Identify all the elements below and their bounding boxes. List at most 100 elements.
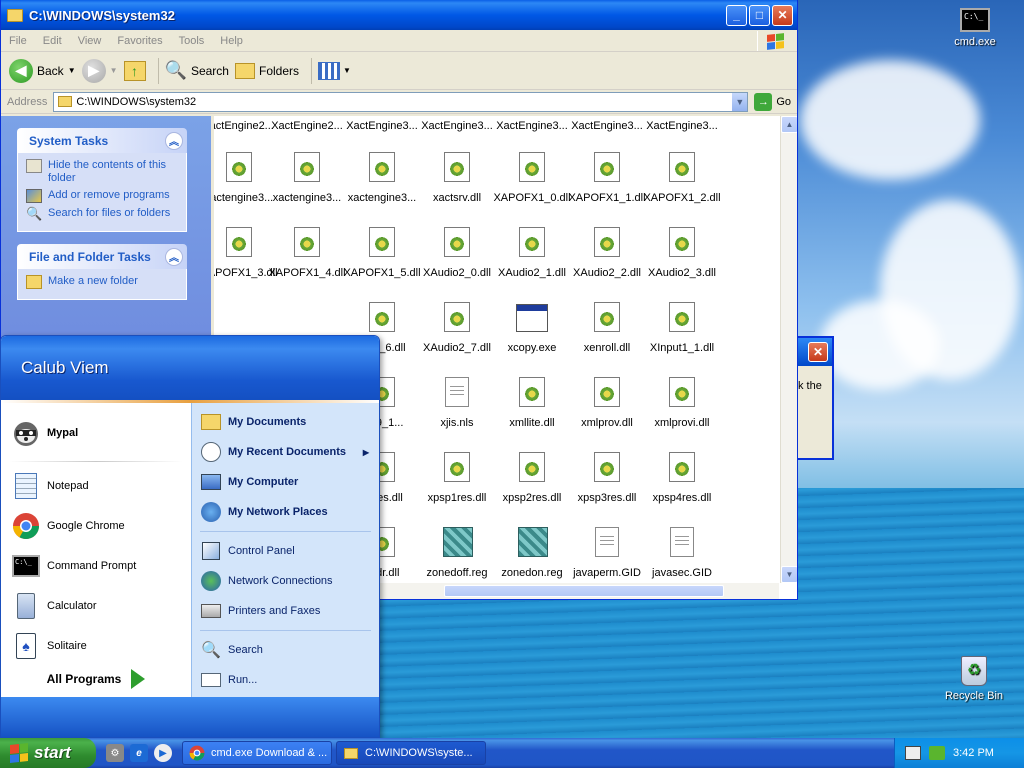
recent-item-notepad[interactable]: Notepad <box>1 466 191 506</box>
file-item[interactable]: javasec.GID <box>643 527 721 579</box>
recent-item-command-prompt[interactable]: C:\_ Command Prompt <box>1 546 191 586</box>
places-search[interactable]: 🔍 Search <box>192 635 379 665</box>
task-make-new-folder[interactable]: Make a new folder <box>26 275 178 289</box>
file-item[interactable]: javaperm.GID <box>568 527 646 579</box>
file-item[interactable]: XAudio2_7.dll <box>418 302 496 354</box>
vertical-scrollbar[interactable]: ▲ ▼ <box>780 116 797 583</box>
quick-launch-settings-icon[interactable]: ⚙ <box>106 744 124 762</box>
recent-item-solitaire[interactable]: ♠ Solitaire <box>1 626 191 666</box>
desktop-icon-cmd[interactable]: C:\_ cmd.exe <box>935 8 1015 48</box>
collapse-icon[interactable]: ︽ <box>165 247 183 266</box>
file-item[interactable]: XAPOFX1_4.dll <box>268 227 346 279</box>
task-hide-contents[interactable]: Hide the contents of this folder <box>26 159 178 185</box>
file-item[interactable]: XactEngine3... <box>418 116 496 132</box>
task-search-files[interactable]: 🔍 Search for files or folders <box>26 207 178 221</box>
file-item[interactable]: XactEngine3... <box>493 116 571 132</box>
internet-explorer-icon[interactable]: e <box>130 744 148 762</box>
file-item[interactable]: xmlprovi.dll <box>643 377 721 429</box>
file-item[interactable]: XAudio2_2.dll <box>568 227 646 279</box>
file-item[interactable]: XAudio2_0.dll <box>418 227 496 279</box>
file-item[interactable]: xpsp1res.dll <box>418 452 496 504</box>
file-item[interactable]: xjis.nls <box>418 377 496 429</box>
file-item[interactable]: XactEngine3... <box>568 116 646 132</box>
keyboard-icon[interactable] <box>905 746 921 760</box>
places-my-network[interactable]: My Network Places <box>192 497 379 527</box>
scroll-up-button[interactable]: ▲ <box>781 116 797 133</box>
minimize-button[interactable]: _ <box>726 4 747 26</box>
places-control-panel[interactable]: Control Panel <box>192 536 379 566</box>
back-button[interactable]: ◀ Back ▼ <box>9 58 76 83</box>
file-item[interactable]: xmlprov.dll <box>568 377 646 429</box>
safely-remove-icon[interactable] <box>929 746 945 760</box>
collapse-icon[interactable]: ︽ <box>165 131 183 150</box>
file-item[interactable]: xactsrv.dll <box>418 152 496 204</box>
go-button[interactable]: → Go <box>754 92 791 111</box>
media-player-icon[interactable]: ▶ <box>154 744 172 762</box>
places-my-recent-documents[interactable]: My Recent Documents ▶ <box>192 437 379 467</box>
taskbar-task-chrome[interactable]: cmd.exe Download & ... <box>182 741 332 765</box>
system-tasks-body: Hide the contents of this folder Add or … <box>17 153 187 232</box>
explorer-titlebar[interactable]: C:\WINDOWS\system32 _ □ ✕ <box>1 0 797 30</box>
file-item[interactable]: XInput1_1.dll <box>643 302 721 354</box>
taskbar-task-explorer[interactable]: C:\WINDOWS\syste... <box>336 741 486 765</box>
system-tasks-header[interactable]: System Tasks ︽ <box>17 128 187 153</box>
go-arrow-icon: → <box>754 92 773 111</box>
file-item[interactable]: XAPOFX1_2.dll <box>643 152 721 204</box>
dialog-close-button[interactable]: ✕ <box>808 342 828 362</box>
file-item[interactable]: XAPOFX1_0.dll <box>493 152 571 204</box>
file-item[interactable]: XAPOFX1_5.dll <box>343 227 421 279</box>
file-item[interactable]: xactengine3... <box>268 152 346 204</box>
file-item[interactable]: xcopy.exe <box>493 302 571 354</box>
menu-tools[interactable]: Tools <box>171 35 213 47</box>
clock: 3:42 PM <box>953 747 994 759</box>
menu-help[interactable]: Help <box>212 35 251 47</box>
start-button[interactable]: start <box>0 738 96 768</box>
places-network-connections[interactable]: Network Connections <box>192 566 379 596</box>
menu-favorites[interactable]: Favorites <box>109 35 170 47</box>
file-item[interactable]: XAudio2_1.dll <box>493 227 571 279</box>
folders-icon <box>234 62 255 79</box>
address-input[interactable]: C:\WINDOWS\system32 ▼ <box>53 91 749 112</box>
file-item[interactable]: zonedoff.reg <box>418 527 496 579</box>
recent-item-chrome[interactable]: Google Chrome <box>1 506 191 546</box>
file-item[interactable]: xpsp4res.dll <box>643 452 721 504</box>
menu-file[interactable]: File <box>1 35 35 47</box>
views-button[interactable]: ▼ <box>318 61 351 80</box>
file-item[interactable]: XAPOFX1_1.dll <box>568 152 646 204</box>
toolbar-separator <box>311 57 312 84</box>
file-item[interactable]: xmllite.dll <box>493 377 571 429</box>
folders-button[interactable]: Folders <box>234 62 299 79</box>
desktop-icon-recycle-bin[interactable]: ♻ Recycle Bin <box>934 656 1014 702</box>
forward-button[interactable]: ▶ ▼ <box>81 58 118 83</box>
horizontal-scroll-thumb[interactable] <box>444 585 724 597</box>
up-folder-button[interactable]: ↑ <box>123 60 146 81</box>
task-add-remove-programs[interactable]: Add or remove programs <box>26 189 178 203</box>
menu-view[interactable]: View <box>70 35 110 47</box>
file-item[interactable]: XactEngine3... <box>643 116 721 132</box>
file-item[interactable]: xpsp3res.dll <box>568 452 646 504</box>
file-item[interactable]: XAudio2_3.dll <box>643 227 721 279</box>
pinned-item-mypal[interactable]: Mypal <box>1 409 191 457</box>
start-menu: Calub Viem Mypal Notepad Google Chrome C… <box>0 335 380 738</box>
all-programs-label: All Programs <box>46 672 122 686</box>
file-item[interactable]: xenroll.dll <box>568 302 646 354</box>
file-name: XAPOFX1_5.dll <box>343 267 421 279</box>
places-printers-faxes[interactable]: Printers and Faxes <box>192 596 379 626</box>
search-button[interactable]: 🔍 Search <box>165 60 229 81</box>
file-item[interactable]: xpsp2res.dll <box>493 452 571 504</box>
recent-item-calculator[interactable]: Calculator <box>1 586 191 626</box>
places-my-computer[interactable]: My Computer <box>192 467 379 497</box>
file-item[interactable]: zonedon.reg <box>493 527 571 579</box>
menu-edit[interactable]: Edit <box>35 35 70 47</box>
places-run[interactable]: Run... <box>192 665 379 695</box>
file-folder-tasks-header[interactable]: File and Folder Tasks ︽ <box>17 244 187 269</box>
maximize-button[interactable]: □ <box>749 4 770 26</box>
close-button[interactable]: ✕ <box>772 4 793 26</box>
file-item[interactable]: XactEngine2... <box>268 116 346 132</box>
file-item[interactable]: XactEngine3... <box>343 116 421 132</box>
all-programs-button[interactable]: All Programs <box>1 661 191 697</box>
places-my-documents[interactable]: My Documents <box>192 407 379 437</box>
file-item[interactable]: xactengine3... <box>343 152 421 204</box>
address-dropdown-button[interactable]: ▼ <box>731 92 748 111</box>
scroll-down-button[interactable]: ▼ <box>781 566 797 583</box>
